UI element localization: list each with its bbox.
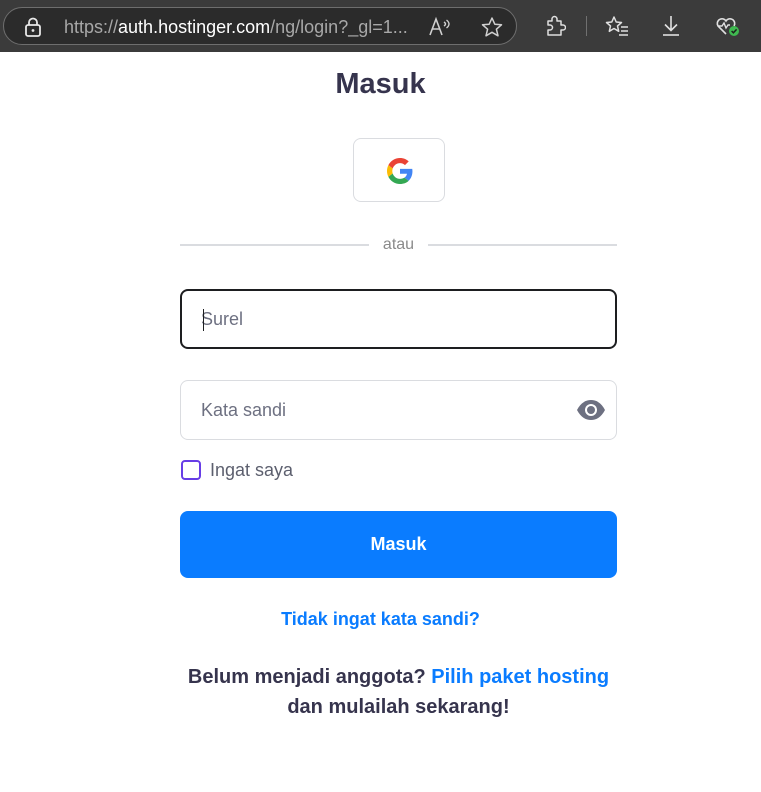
divider-text: atau [382,236,415,253]
google-icon [387,158,413,184]
remember-checkbox[interactable] [181,460,201,480]
password-field[interactable] [180,380,617,440]
read-aloud-icon[interactable] [428,16,452,43]
signup-suffix: dan mulailah sekarang! [287,696,510,718]
text-caret [203,309,204,331]
password-input[interactable] [201,381,561,439]
forgot-password: Tidak ingat kata sandi? [0,608,761,630]
toolbar-separator [586,16,587,36]
favorite-star-icon[interactable] [480,16,504,43]
divider-line-right [428,244,617,246]
signup-prefix: Belum menjadi anggota? [187,666,426,688]
download-icon[interactable] [660,14,682,43]
browser-toolbar: https://auth.hostinger.com/ng/login?_gl=… [0,0,761,52]
extensions-icon[interactable] [544,14,567,43]
google-login-button[interactable] [353,138,445,202]
choose-hosting-plan-link[interactable]: Pilih paket hosting [431,666,609,688]
signup-prompt: Belum menjadi anggota? Pilih paket hosti… [120,662,677,722]
login-submit-button[interactable]: Masuk [180,511,617,578]
lock-icon[interactable] [24,17,42,42]
remember-label[interactable]: Ingat saya [210,459,293,481]
forgot-password-link[interactable]: Tidak ingat kata sandi? [281,609,480,629]
page-title: Masuk [335,68,426,100]
divider-line-left [180,244,369,246]
url-text[interactable]: https://auth.hostinger.com/ng/login?_gl=… [64,17,408,37]
browser-essentials-icon[interactable] [714,14,742,43]
email-input[interactable] [201,291,561,347]
email-field[interactable] [180,289,617,349]
address-bar[interactable]: https://auth.hostinger.com/ng/login?_gl=… [3,7,517,45]
eye-icon[interactable] [576,399,606,426]
favorites-icon[interactable] [604,14,630,43]
